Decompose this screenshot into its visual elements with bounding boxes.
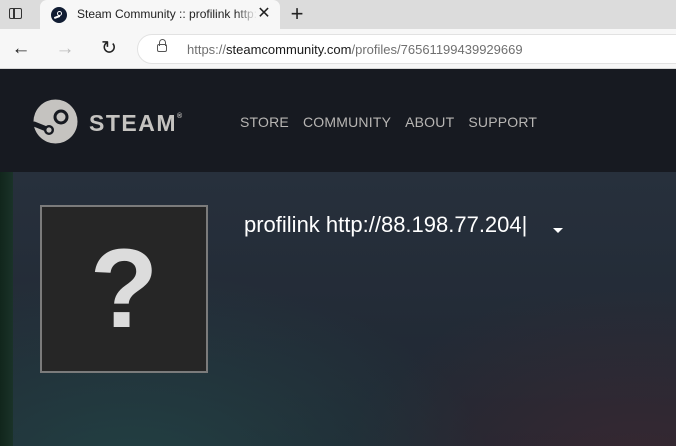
address-url[interactable]: https://steamcommunity.com/profiles/7656… [187, 42, 523, 57]
steam-header: STEAM® STORE COMMUNITY ABOUT SUPPORT [0, 69, 676, 172]
browser-toolbar: ← → ↻ https://steamcommunity.com/profile… [0, 29, 676, 69]
steam-logo-icon[interactable] [33, 99, 78, 144]
forward-button[interactable]: → [53, 37, 77, 61]
back-button[interactable]: ← [9, 37, 33, 61]
steam-wordmark[interactable]: STEAM® [89, 110, 182, 137]
url-prefix: https:// [187, 42, 227, 57]
registered-mark: ® [177, 113, 183, 120]
main-menu: STORE COMMUNITY ABOUT SUPPORT [240, 114, 537, 130]
tab-close-button[interactable]: ✕ [255, 5, 273, 23]
tab-actions-icon[interactable] [9, 8, 22, 19]
reload-button[interactable]: ↻ [97, 37, 121, 61]
menu-item-community[interactable]: COMMUNITY [303, 114, 391, 130]
address-bar[interactable]: https://steamcommunity.com/profiles/7656… [137, 34, 676, 64]
lock-icon[interactable] [157, 39, 167, 52]
steam-wordmark-text: STEAM [89, 110, 177, 136]
browser-tabstrip: Steam Community :: profilink http://88.1… [0, 0, 676, 29]
menu-item-store[interactable]: STORE [240, 114, 289, 130]
profile-avatar[interactable]: ? [40, 205, 208, 373]
background-edge [0, 172, 13, 446]
persona-name: profilink http://88.198.77.204| [244, 212, 528, 237]
url-host: steamcommunity.com [226, 42, 352, 57]
avatar-placeholder: ? [89, 226, 159, 351]
name-history-dropdown-icon[interactable] [553, 228, 563, 233]
url-path: /profiles/76561199439929669 [351, 42, 523, 57]
menu-item-about[interactable]: ABOUT [405, 114, 454, 130]
tab-title: Steam Community :: profilink http://88.1… [77, 7, 257, 21]
active-tab[interactable]: Steam Community :: profilink http://88.1… [40, 0, 280, 29]
menu-item-support[interactable]: SUPPORT [468, 114, 537, 130]
profile-header: ? profilink http://88.198.77.204| [0, 172, 676, 446]
steam-favicon-icon [51, 7, 67, 23]
new-tab-button[interactable]: + [286, 3, 308, 25]
